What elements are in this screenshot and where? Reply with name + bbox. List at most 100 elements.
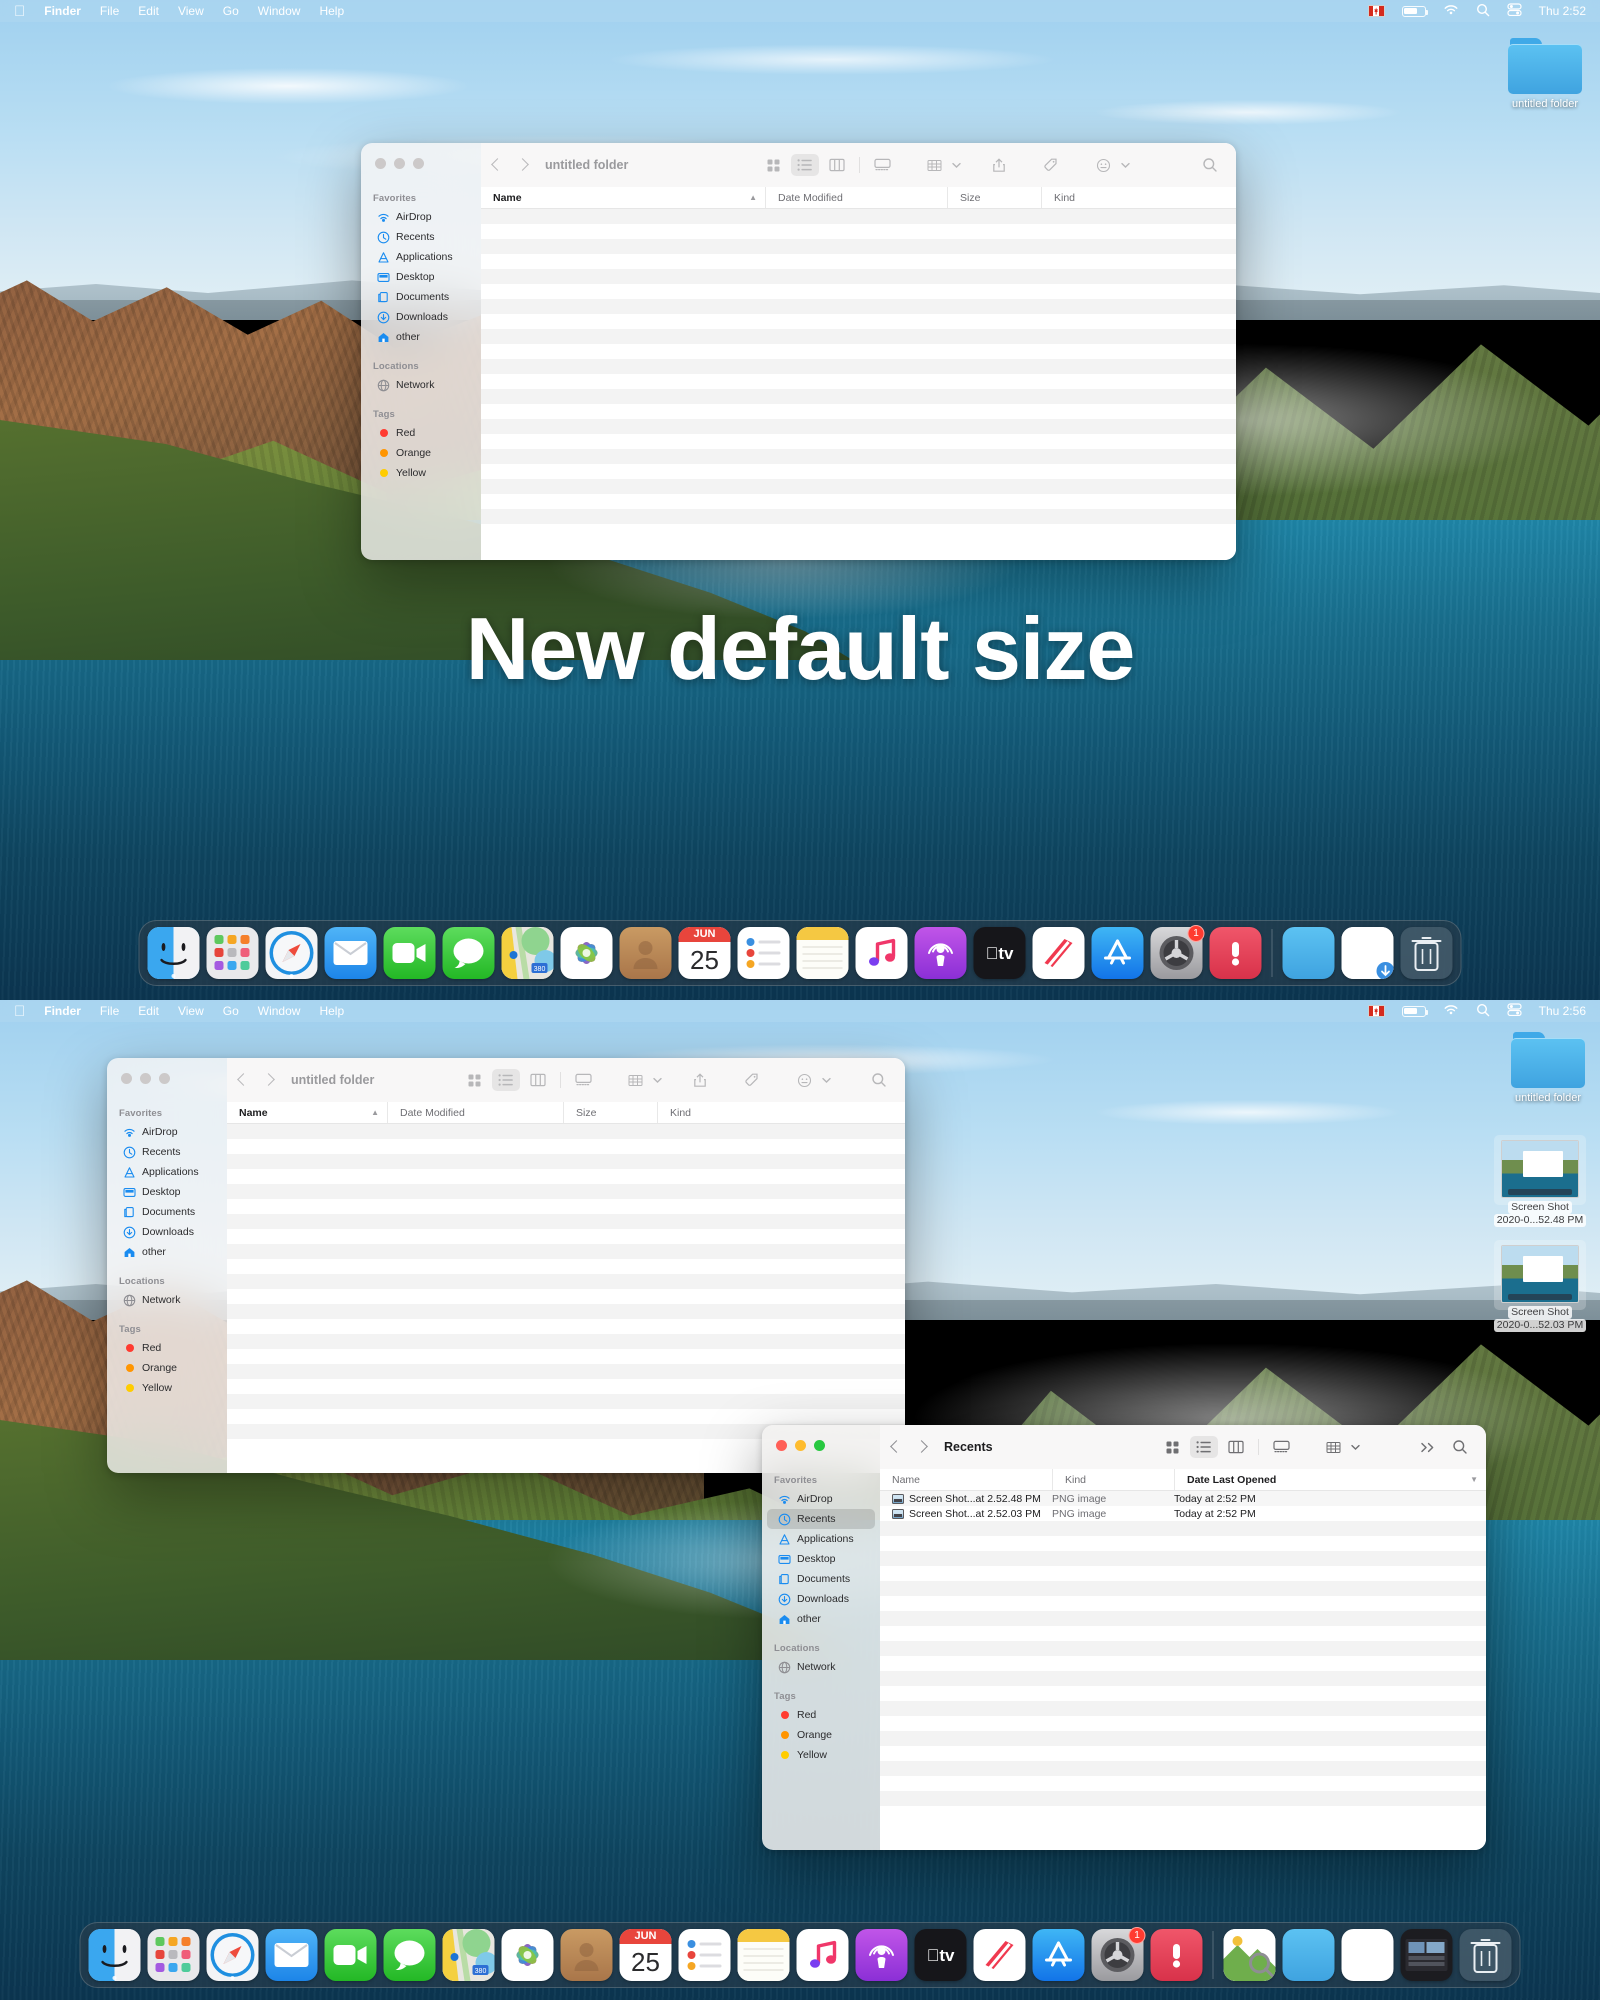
back-button[interactable] [237, 1071, 250, 1089]
group-by-button[interactable] [621, 1069, 649, 1091]
sidebar-item-other[interactable]: other [366, 327, 476, 347]
list-row[interactable] [227, 1319, 905, 1334]
list-row[interactable] [880, 1656, 1486, 1671]
menu-window[interactable]: Window [258, 4, 301, 18]
dock-item-finder[interactable] [147, 927, 200, 979]
sidebar-item-other[interactable]: other [767, 1609, 875, 1629]
finder-window-untitled-folder-back[interactable]: Favorites AirDrop Recents Applications D… [107, 1058, 905, 1473]
finder-toolbar[interactable]: Recents [880, 1425, 1486, 1469]
column-view-button[interactable] [1222, 1436, 1250, 1458]
menu-bar-bottom[interactable]:  Finder File Edit View Go Window Help T… [0, 1000, 1600, 1022]
menu-go[interactable]: Go [223, 4, 239, 18]
dock-item-app-store[interactable] [1032, 1929, 1085, 1981]
list-row[interactable] [481, 434, 1236, 449]
minimize-button[interactable] [795, 1440, 806, 1451]
forward-button[interactable] [915, 1438, 928, 1456]
list-row[interactable] [880, 1791, 1486, 1806]
sidebar-item-network[interactable]: Network [112, 1290, 222, 1310]
list-row[interactable] [481, 524, 1236, 539]
list-row[interactable] [481, 344, 1236, 359]
menu-view[interactable]: View [178, 1004, 204, 1018]
dock-item-reminders[interactable] [678, 1929, 731, 1981]
share-button[interactable] [985, 154, 1013, 176]
dock-item-notes[interactable] [737, 1929, 790, 1981]
list-row[interactable] [481, 494, 1236, 509]
icon-view-button[interactable] [1158, 1436, 1186, 1458]
list-row[interactable] [481, 239, 1236, 254]
dock-item-safari[interactable] [206, 1929, 259, 1981]
sidebar-item-other[interactable]: other [112, 1242, 222, 1262]
window-traffic-lights[interactable] [121, 1073, 170, 1084]
dock-item-news[interactable] [973, 1929, 1026, 1981]
list-row[interactable] [227, 1274, 905, 1289]
list-row[interactable] [880, 1716, 1486, 1731]
menu-edit[interactable]: Edit [138, 4, 159, 18]
sidebar-item-desktop[interactable]: Desktop [112, 1182, 222, 1202]
list-row[interactable] [880, 1746, 1486, 1761]
control-center-icon[interactable] [1507, 3, 1522, 19]
list-row[interactable] [227, 1289, 905, 1304]
flag-canada-icon[interactable] [1367, 1005, 1385, 1017]
tag-button[interactable] [738, 1069, 766, 1091]
search-icon[interactable] [1476, 1003, 1490, 1020]
desktop-icon-untitled-folder[interactable]: untitled folder [1503, 1032, 1593, 1104]
minimize-button[interactable] [140, 1073, 151, 1084]
forward-button[interactable] [262, 1071, 275, 1089]
minimize-button[interactable] [394, 158, 405, 169]
list-row[interactable] [481, 374, 1236, 389]
dock-item-podcasts[interactable] [914, 927, 967, 979]
dock-trash[interactable] [1400, 927, 1453, 979]
column-header-date-modified[interactable]: Date Modified [765, 187, 947, 208]
menubar-clock[interactable]: Thu 2:52 [1539, 4, 1586, 18]
column-header-kind[interactable]: Kind [1041, 187, 1236, 208]
window-traffic-lights[interactable] [776, 1440, 825, 1451]
menu-view[interactable]: View [178, 4, 204, 18]
list-row[interactable] [481, 464, 1236, 479]
action-menu-button[interactable] [1089, 154, 1117, 176]
menu-window[interactable]: Window [258, 1004, 301, 1018]
list-row[interactable] [880, 1521, 1486, 1536]
sidebar-item-airdrop[interactable]: AirDrop [366, 207, 476, 227]
dock-item-music[interactable] [855, 927, 908, 979]
sidebar-item-recents[interactable]: Recents [366, 227, 476, 247]
list-row[interactable] [880, 1701, 1486, 1716]
sidebar-item-network[interactable]: Network [366, 375, 476, 395]
list-row[interactable] [227, 1349, 905, 1364]
list-row[interactable] [880, 1671, 1486, 1686]
column-header-name[interactable]: Name ▲ [481, 187, 765, 208]
battery-icon[interactable] [1401, 5, 1429, 17]
toolbar-right-group[interactable] [1158, 1436, 1474, 1458]
dock-item-notes[interactable] [796, 927, 849, 979]
group-by-chevron-down-icon[interactable] [952, 156, 961, 174]
action-menu-chevron-down-icon[interactable] [822, 1071, 831, 1089]
sidebar-item-applications[interactable]: Applications [112, 1162, 222, 1182]
dock-item-messages[interactable] [383, 1929, 436, 1981]
icon-view-button[interactable] [460, 1069, 488, 1091]
finder-window-untitled-folder[interactable]: Favorites AirDrop Recents Applications D… [361, 143, 1236, 560]
action-menu-button[interactable] [790, 1069, 818, 1091]
search-button[interactable] [1446, 1436, 1474, 1458]
zoom-button[interactable] [413, 158, 424, 169]
menu-file[interactable]: File [100, 1004, 119, 1018]
finder-sidebar[interactable]: Favorites AirDrop Recents Applications D… [361, 143, 481, 560]
sidebar-item-airdrop[interactable]: AirDrop [112, 1122, 222, 1142]
gallery-view-button[interactable] [569, 1069, 597, 1091]
list-row[interactable] [227, 1334, 905, 1349]
forward-button[interactable] [516, 156, 529, 174]
group-by-button[interactable] [920, 154, 948, 176]
dock-item-maps[interactable]: 380 [501, 927, 554, 979]
dock-item-preview[interactable] [1223, 1929, 1276, 1981]
sidebar-item-network[interactable]: Network [767, 1657, 875, 1677]
menu-help[interactable]: Help [319, 4, 344, 18]
list-row[interactable] [227, 1409, 905, 1424]
column-view-button[interactable] [524, 1069, 552, 1091]
dock-item-contacts[interactable] [619, 927, 672, 979]
finder-file-list[interactable] [227, 1124, 905, 1473]
icon-view-button[interactable] [759, 154, 787, 176]
sidebar-item-applications[interactable]: Applications [767, 1529, 875, 1549]
list-row[interactable] [880, 1641, 1486, 1656]
sidebar-item-tag-yellow[interactable]: Yellow [767, 1745, 875, 1765]
group-by-chevron-down-icon[interactable] [1351, 1438, 1360, 1456]
dock-item-mail[interactable] [265, 1929, 318, 1981]
zoom-button[interactable] [814, 1440, 825, 1451]
